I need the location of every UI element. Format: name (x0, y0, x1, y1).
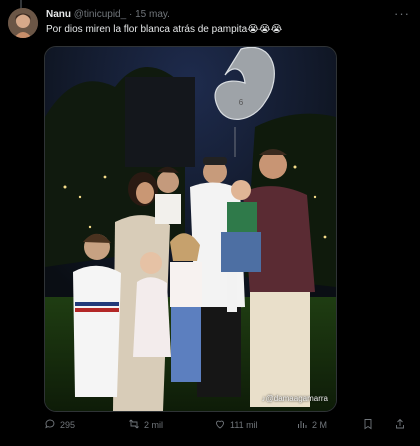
reply-icon (44, 418, 56, 432)
tweet-header: Nanu @tinicupid_ · 15 may. (46, 8, 170, 21)
tweet[interactable]: Nanu @tinicupid_ · 15 may. ··· Por dios … (0, 0, 420, 446)
like-count: 111 mil (230, 420, 258, 430)
like-button[interactable]: 111 mil (214, 418, 258, 432)
tweet-photo[interactable]: 6 ♪@damaagamarra (44, 46, 337, 412)
svg-text:6: 6 (239, 98, 244, 107)
reply-button[interactable]: 295 (44, 418, 75, 432)
reply-count: 295 (60, 420, 76, 430)
tweet-text: Por dios miren la flor blanca atrás de p… (46, 24, 283, 35)
author-handle[interactable]: @tinicupid_ (74, 9, 126, 20)
heart-icon (214, 418, 226, 432)
share-button[interactable] (394, 418, 406, 432)
separator: · (128, 9, 133, 20)
author-name[interactable]: Nanu (46, 9, 71, 20)
tweet-date[interactable]: 15 may. (135, 9, 170, 20)
views-icon (296, 418, 308, 432)
bookmark-button[interactable] (362, 418, 374, 432)
repost-icon (128, 418, 140, 432)
repost-button[interactable]: 2 mil (128, 418, 163, 432)
share-icon (394, 418, 406, 432)
views-count: 2 M (312, 420, 328, 430)
views-button[interactable]: 2 M (296, 418, 327, 432)
bookmark-icon (362, 418, 374, 432)
repost-count: 2 mil (144, 420, 164, 430)
avatar[interactable] (8, 8, 38, 38)
action-bar: 295 2 mil 111 mil 2 M (44, 418, 414, 434)
photo-watermark: ♪@damaagamarra (261, 394, 328, 403)
more-icon[interactable]: ··· (394, 7, 410, 20)
